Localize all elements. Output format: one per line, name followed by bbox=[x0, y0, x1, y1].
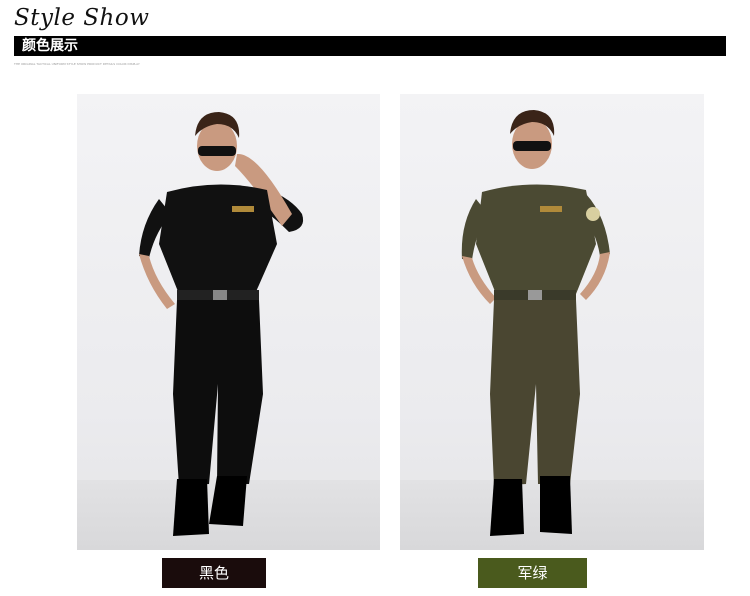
left-boot bbox=[173, 479, 209, 536]
sunglasses bbox=[198, 146, 236, 156]
style-show-title: Style Show bbox=[14, 5, 150, 31]
left-boot bbox=[490, 479, 524, 536]
belt-buckle bbox=[213, 290, 227, 300]
shirt-torso bbox=[476, 184, 596, 294]
model-green-uniform-figure bbox=[461, 110, 610, 536]
chest-patch bbox=[540, 206, 562, 212]
right-boot bbox=[209, 476, 247, 526]
chest-patch bbox=[232, 206, 254, 212]
shirt-torso bbox=[159, 184, 277, 294]
trousers bbox=[490, 300, 580, 486]
model-black-uniform-figure bbox=[139, 112, 304, 536]
right-boot bbox=[540, 476, 572, 534]
belt-buckle bbox=[528, 290, 542, 300]
product-photo-green[interactable] bbox=[400, 94, 704, 550]
product-photo-black[interactable] bbox=[77, 94, 380, 550]
section-header-bar: 颜色展示 bbox=[14, 36, 726, 56]
shoulder-patch bbox=[586, 207, 600, 221]
sunglasses bbox=[513, 141, 551, 151]
color-tag-army-green[interactable]: 军绿 bbox=[478, 558, 587, 588]
color-tag-black[interactable]: 黑色 bbox=[162, 558, 266, 588]
section-label: 颜色展示 bbox=[22, 38, 78, 54]
trousers bbox=[173, 300, 263, 486]
fine-print: THE ORIGINAL TACTICAL UNIFORM STYLE SHOW… bbox=[14, 62, 140, 66]
